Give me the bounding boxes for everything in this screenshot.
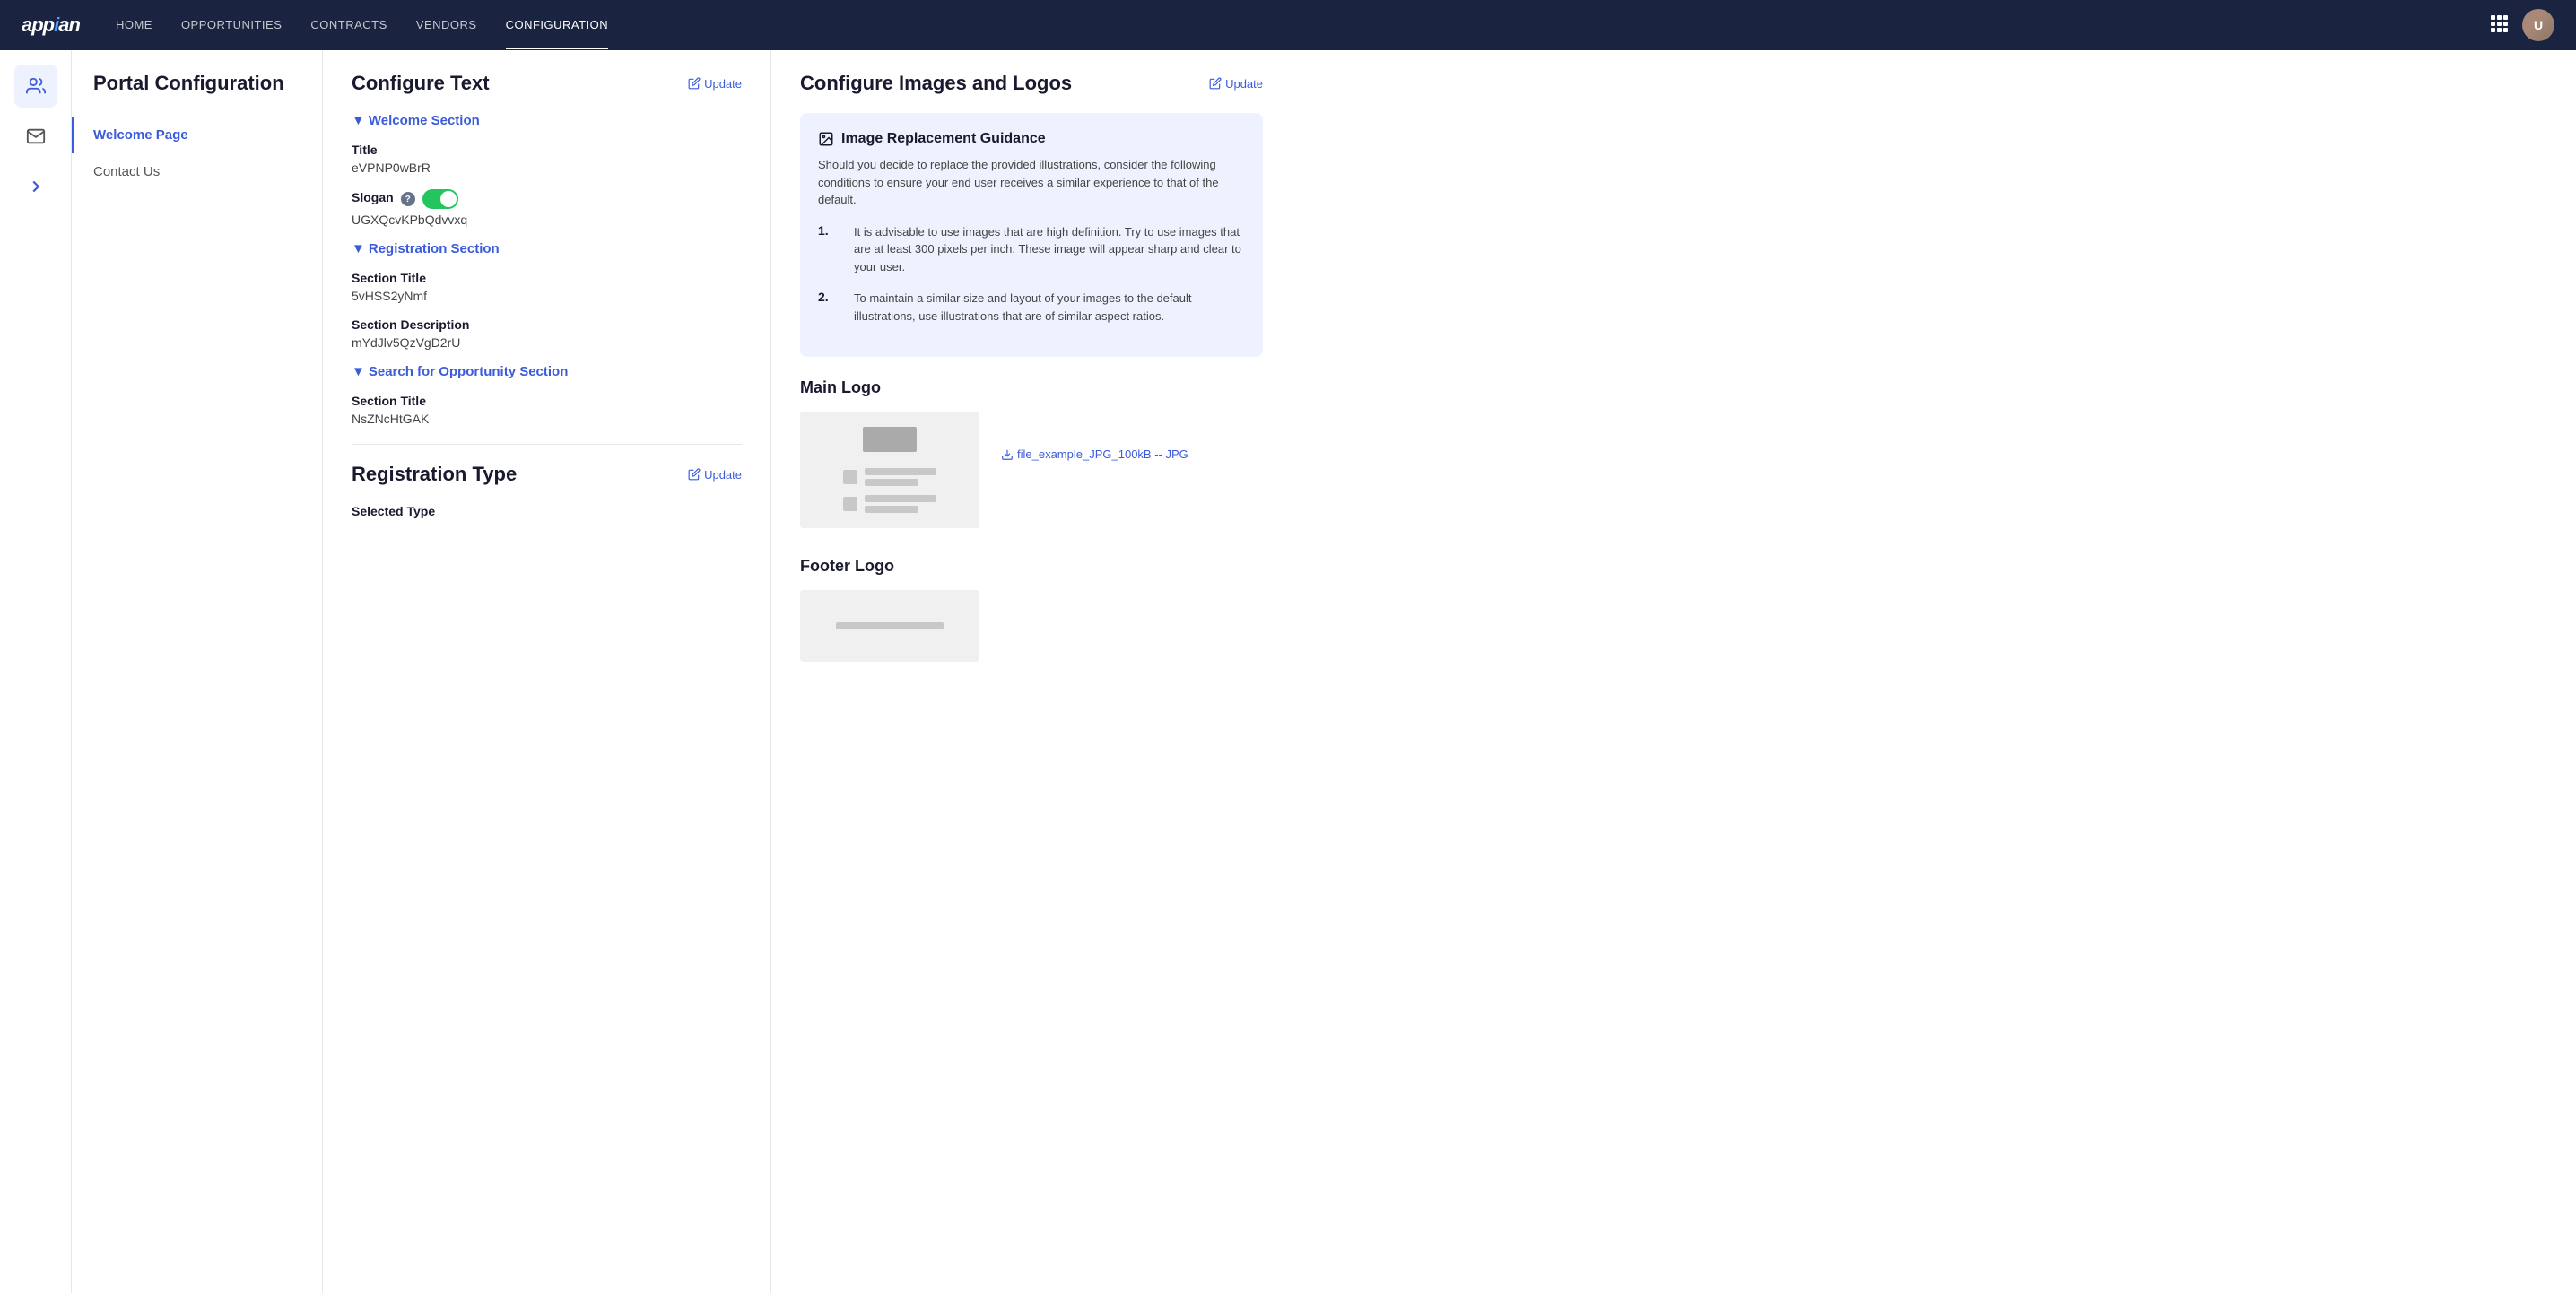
main-content: Configure Text Update ▼ Welcome Section … — [323, 50, 2576, 1293]
edit-icon — [688, 77, 701, 90]
guidance-text-1: It is advisable to use images that are h… — [854, 223, 1245, 276]
configure-text-header: Configure Text Update — [352, 72, 742, 95]
reg-section-desc-label: Section Description — [352, 317, 742, 332]
reg-section-title-label: Section Title — [352, 271, 742, 285]
reg-type-header: Registration Type Update — [352, 463, 742, 486]
main-logo-file-link[interactable]: file_example_JPG_100kB -- JPG — [1001, 447, 1188, 461]
chevron-right-icon-btn[interactable] — [14, 165, 57, 208]
people-icon-btn[interactable] — [14, 65, 57, 108]
chevron-down-icon-3: ▼ — [352, 364, 365, 379]
guidance-num-1: 1. — [818, 223, 840, 238]
app-logo[interactable]: appian — [22, 13, 80, 37]
reg-section-desc-value: mYdJlv5QzVgD2rU — [352, 335, 742, 350]
sidebar-item-contact-us[interactable]: Contact Us — [72, 153, 322, 190]
reg-type-update-link[interactable]: Update — [688, 468, 742, 482]
nav-vendors[interactable]: VENDORS — [416, 2, 477, 49]
footer-logo-preview — [800, 590, 979, 662]
selected-type-label: Selected Type — [352, 504, 742, 518]
content-sidebar: Portal Configuration Welcome Page Contac… — [72, 50, 323, 1293]
guidance-text-2: To maintain a similar size and layout of… — [854, 290, 1245, 325]
avatar[interactable]: U — [2522, 9, 2554, 41]
guidance-item-1: 1. It is advisable to use images that ar… — [818, 223, 1245, 276]
guidance-description: Should you decide to replace the provide… — [818, 156, 1245, 209]
search-section-title-label: Section Title — [352, 394, 742, 408]
guidance-title: Image Replacement Guidance — [818, 131, 1245, 147]
slogan-field-label: Slogan — [352, 190, 394, 204]
icon-sidebar — [0, 50, 72, 1293]
guidance-item-2: 2. To maintain a similar size and layout… — [818, 290, 1245, 325]
edit-icon-2 — [688, 468, 701, 481]
search-section-header[interactable]: ▼ Search for Opportunity Section — [352, 364, 742, 379]
sidebar-title: Portal Configuration — [72, 72, 322, 117]
slogan-help-icon[interactable]: ? — [401, 192, 415, 206]
title-field-value: eVPNP0wBrR — [352, 161, 742, 175]
configure-images-update-link[interactable]: Update — [1209, 77, 1263, 91]
main-layout: Portal Configuration Welcome Page Contac… — [0, 50, 2576, 1293]
nav-home[interactable]: HOME — [116, 2, 152, 49]
configure-images-panel: Configure Images and Logos Update I — [771, 50, 1292, 1293]
nav-right: U — [2490, 9, 2554, 41]
mail-icon-btn[interactable] — [14, 115, 57, 158]
search-section-title-value: NsZNcHtGAK — [352, 412, 742, 426]
chevron-down-icon: ▼ — [352, 113, 365, 128]
top-nav: appian HOME OPPORTUNITIES CONTRACTS VEND… — [0, 0, 2576, 50]
edit-icon-3 — [1209, 77, 1222, 90]
nav-links: HOME OPPORTUNITIES CONTRACTS VENDORS CON… — [116, 2, 2490, 49]
slogan-field-value: UGXQcvKPbQdvvxq — [352, 213, 742, 227]
image-icon — [818, 131, 834, 147]
nav-contracts[interactable]: CONTRACTS — [310, 2, 387, 49]
guidance-box: Image Replacement Guidance Should you de… — [800, 113, 1263, 357]
sidebar-item-welcome-page[interactable]: Welcome Page — [72, 117, 322, 153]
slogan-field-row: Slogan ? — [352, 189, 742, 209]
configure-text-update-link[interactable]: Update — [688, 77, 742, 91]
download-icon — [1001, 448, 1014, 461]
nav-configuration[interactable]: CONFIGURATION — [506, 2, 609, 49]
reg-section-title-value: 5vHSS2yNmf — [352, 289, 742, 303]
registration-section-header[interactable]: ▼ Registration Section — [352, 241, 742, 256]
configure-text-title: Configure Text — [352, 72, 490, 95]
welcome-section-header[interactable]: ▼ Welcome Section — [352, 113, 742, 128]
grid-icon[interactable] — [2490, 14, 2508, 37]
main-logo-preview — [800, 412, 979, 528]
title-field-label: Title — [352, 143, 742, 157]
slogan-toggle[interactable] — [422, 189, 458, 209]
main-logo-area: file_example_JPG_100kB -- JPG — [800, 412, 1263, 535]
configure-images-header: Configure Images and Logos Update — [800, 72, 1263, 95]
main-logo-title: Main Logo — [800, 378, 1263, 397]
guidance-num-2: 2. — [818, 290, 840, 304]
configure-text-panel: Configure Text Update ▼ Welcome Section … — [323, 50, 771, 1293]
chevron-down-icon-2: ▼ — [352, 241, 365, 256]
footer-logo-title: Footer Logo — [800, 557, 1263, 576]
divider — [352, 444, 742, 445]
configure-images-title: Configure Images and Logos — [800, 72, 1072, 95]
nav-opportunities[interactable]: OPPORTUNITIES — [181, 2, 282, 49]
reg-type-title: Registration Type — [352, 463, 517, 486]
